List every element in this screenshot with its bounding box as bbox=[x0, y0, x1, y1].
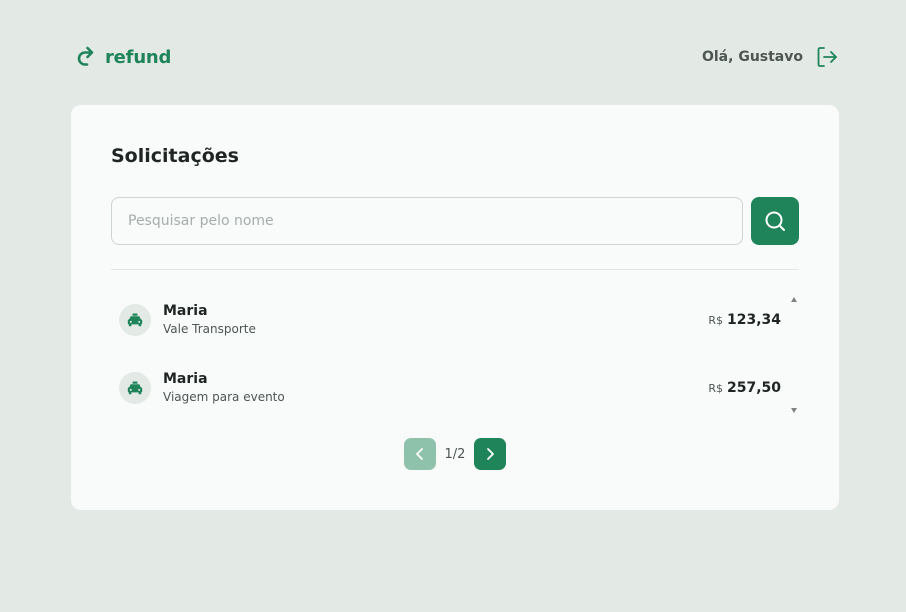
amount-value: 257,50 bbox=[726, 380, 781, 396]
item-name: Maria bbox=[163, 303, 208, 319]
amount-value: 123,34 bbox=[726, 312, 781, 328]
logo[interactable]: refund bbox=[76, 45, 171, 69]
logo-text: refund bbox=[105, 46, 172, 68]
pagination: 1/2 bbox=[404, 438, 506, 470]
user-area: Olá, Gustavo bbox=[702, 46, 838, 68]
search-icon bbox=[765, 211, 785, 231]
chevron-left-icon bbox=[416, 448, 423, 460]
search-input[interactable] bbox=[111, 197, 743, 245]
item-amount: R$ 257,50 bbox=[708, 380, 781, 396]
requests-card: Solicitações Maria Va bbox=[71, 105, 839, 510]
previous-page-button[interactable] bbox=[404, 438, 436, 470]
list-item[interactable]: Maria Vale Transporte R$ 123,34 bbox=[119, 295, 799, 363]
car-icon bbox=[127, 381, 143, 395]
scroll-up-icon[interactable] bbox=[791, 297, 797, 302]
refund-arrow-icon bbox=[77, 46, 94, 66]
car-icon bbox=[127, 313, 143, 327]
divider bbox=[111, 269, 799, 270]
page-indicator: 1/2 bbox=[444, 446, 466, 462]
category-icon-wrapper bbox=[119, 304, 151, 336]
user-greeting: Olá, Gustavo bbox=[701, 49, 803, 65]
requests-list: Maria Vale Transporte R$ 123,34 Maria Vi… bbox=[119, 295, 799, 431]
currency-label: R$ bbox=[708, 314, 723, 327]
item-amount: R$ 123,34 bbox=[708, 312, 781, 328]
search-button[interactable] bbox=[751, 197, 799, 245]
item-name: Maria bbox=[163, 371, 208, 387]
chevron-right-icon bbox=[487, 448, 494, 460]
list-item[interactable]: Maria Viagem para evento R$ 257,50 bbox=[119, 363, 799, 431]
logout-button[interactable] bbox=[816, 46, 838, 68]
next-page-button[interactable] bbox=[474, 438, 506, 470]
item-category: Viagem para evento bbox=[163, 390, 285, 404]
logout-icon bbox=[817, 47, 837, 67]
list-scrollbar[interactable] bbox=[788, 297, 800, 413]
item-category: Vale Transporte bbox=[163, 322, 256, 336]
category-icon-wrapper bbox=[119, 372, 151, 404]
page-title: Solicitações bbox=[111, 145, 239, 167]
currency-label: R$ bbox=[708, 382, 723, 395]
app-header: refund Olá, Gustavo bbox=[76, 44, 838, 70]
scroll-down-icon[interactable] bbox=[791, 408, 797, 413]
